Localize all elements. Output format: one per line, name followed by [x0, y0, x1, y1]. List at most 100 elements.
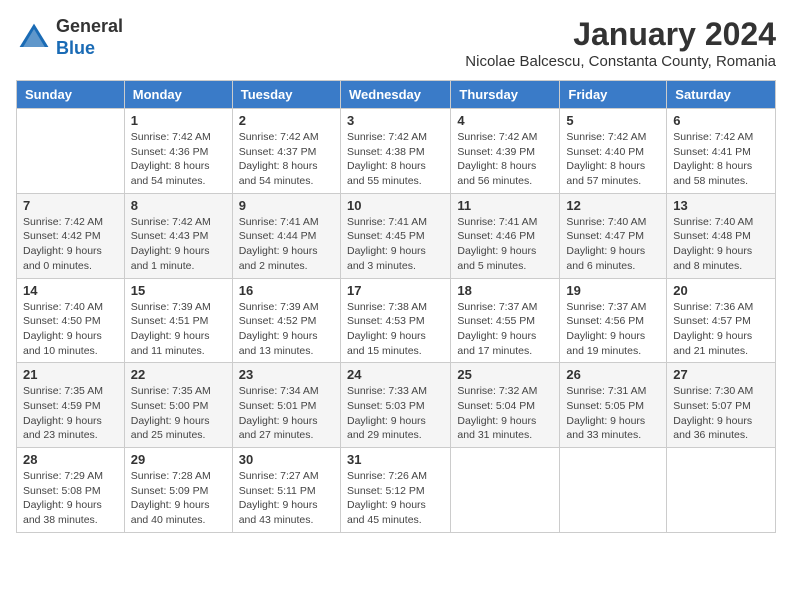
day-info: Sunrise: 7:34 AM Sunset: 5:01 PM Dayligh… — [239, 384, 334, 443]
logo: General Blue — [16, 16, 123, 59]
page-header: General Blue January 2024 Nicolae Balces… — [16, 16, 776, 70]
day-number: 17 — [347, 283, 444, 298]
day-number: 27 — [673, 367, 769, 382]
day-number: 8 — [131, 198, 226, 213]
header-sunday: Sunday — [17, 81, 125, 109]
day-info: Sunrise: 7:27 AM Sunset: 5:11 PM Dayligh… — [239, 469, 334, 528]
day-info: Sunrise: 7:42 AM Sunset: 4:42 PM Dayligh… — [23, 215, 118, 274]
month-title: January 2024 — [465, 16, 776, 53]
day-number: 26 — [566, 367, 660, 382]
day-number: 19 — [566, 283, 660, 298]
day-number: 9 — [239, 198, 334, 213]
calendar-cell: 8Sunrise: 7:42 AM Sunset: 4:43 PM Daylig… — [124, 193, 232, 278]
day-number: 13 — [673, 198, 769, 213]
day-info: Sunrise: 7:35 AM Sunset: 5:00 PM Dayligh… — [131, 384, 226, 443]
day-number: 22 — [131, 367, 226, 382]
header-friday: Friday — [560, 81, 667, 109]
header-wednesday: Wednesday — [340, 81, 450, 109]
day-number: 5 — [566, 113, 660, 128]
day-info: Sunrise: 7:42 AM Sunset: 4:40 PM Dayligh… — [566, 130, 660, 189]
day-number: 14 — [23, 283, 118, 298]
calendar-cell: 3 Sunrise: 7:42 AM Sunset: 4:38 PM Daylig… — [340, 109, 450, 194]
day-number: 24 — [347, 367, 444, 382]
day-info: Sunrise: 7:41 AM Sunset: 4:45 PM Dayligh… — [347, 215, 444, 274]
day-number: 18 — [457, 283, 553, 298]
day-number: 20 — [673, 283, 769, 298]
calendar-cell: 22 Sunrise: 7:35 AM Sunset: 5:00 PM Dayli… — [124, 363, 232, 448]
calendar-cell: 31 Sunrise: 7:26 AM Sunset: 5:12 PM Dayli… — [340, 448, 450, 533]
calendar-cell: 24 Sunrise: 7:33 AM Sunset: 5:03 PM Dayli… — [340, 363, 450, 448]
day-number: 16 — [239, 283, 334, 298]
calendar-cell: 21 Sunrise: 7:35 AM Sunset: 4:59 PM Dayli… — [17, 363, 125, 448]
calendar-cell: 4 Sunrise: 7:42 AM Sunset: 4:39 PM Daylig… — [451, 109, 560, 194]
logo-text: General Blue — [56, 16, 123, 59]
logo-blue: Blue — [56, 38, 123, 60]
day-info: Sunrise: 7:37 AM Sunset: 4:55 PM Dayligh… — [457, 300, 553, 359]
calendar-cell: 25Sunrise: 7:32 AM Sunset: 5:04 PM Dayli… — [451, 363, 560, 448]
calendar-cell: 17 Sunrise: 7:38 AM Sunset: 4:53 PM Dayli… — [340, 278, 450, 363]
day-info: Sunrise: 7:40 AM Sunset: 4:48 PM Dayligh… — [673, 215, 769, 274]
day-number: 6 — [673, 113, 769, 128]
calendar-cell: 16 Sunrise: 7:39 AM Sunset: 4:52 PM Dayli… — [232, 278, 340, 363]
calendar-cell: 1Sunrise: 7:42 AM Sunset: 4:36 PM Daylig… — [124, 109, 232, 194]
day-number: 23 — [239, 367, 334, 382]
calendar-cell: 23 Sunrise: 7:34 AM Sunset: 5:01 PM Dayli… — [232, 363, 340, 448]
day-info: Sunrise: 7:41 AM Sunset: 4:44 PM Dayligh… — [239, 215, 334, 274]
day-info: Sunrise: 7:39 AM Sunset: 4:52 PM Dayligh… — [239, 300, 334, 359]
calendar-cell: 30 Sunrise: 7:27 AM Sunset: 5:11 PM Dayli… — [232, 448, 340, 533]
day-info: Sunrise: 7:26 AM Sunset: 5:12 PM Dayligh… — [347, 469, 444, 528]
calendar-cell: 2Sunrise: 7:42 AM Sunset: 4:37 PM Daylig… — [232, 109, 340, 194]
day-info: Sunrise: 7:39 AM Sunset: 4:51 PM Dayligh… — [131, 300, 226, 359]
header-saturday: Saturday — [667, 81, 776, 109]
day-info: Sunrise: 7:42 AM Sunset: 4:39 PM Dayligh… — [457, 130, 553, 189]
calendar-cell: 5 Sunrise: 7:42 AM Sunset: 4:40 PM Daylig… — [560, 109, 667, 194]
logo-icon — [16, 20, 52, 56]
calendar-cell: 14 Sunrise: 7:40 AM Sunset: 4:50 PM Dayli… — [17, 278, 125, 363]
calendar-week-row: 21 Sunrise: 7:35 AM Sunset: 4:59 PM Dayli… — [17, 363, 776, 448]
calendar-cell: 9 Sunrise: 7:41 AM Sunset: 4:44 PM Daylig… — [232, 193, 340, 278]
day-number: 25 — [457, 367, 553, 382]
calendar-cell — [667, 448, 776, 533]
day-number: 3 — [347, 113, 444, 128]
day-number: 31 — [347, 452, 444, 467]
day-info: Sunrise: 7:40 AM Sunset: 4:50 PM Dayligh… — [23, 300, 118, 359]
day-number: 12 — [566, 198, 660, 213]
calendar-cell: 11Sunrise: 7:41 AM Sunset: 4:46 PM Dayli… — [451, 193, 560, 278]
day-info: Sunrise: 7:38 AM Sunset: 4:53 PM Dayligh… — [347, 300, 444, 359]
calendar-cell: 12Sunrise: 7:40 AM Sunset: 4:47 PM Dayli… — [560, 193, 667, 278]
day-number: 30 — [239, 452, 334, 467]
day-info: Sunrise: 7:33 AM Sunset: 5:03 PM Dayligh… — [347, 384, 444, 443]
calendar-cell: 13 Sunrise: 7:40 AM Sunset: 4:48 PM Dayli… — [667, 193, 776, 278]
day-info: Sunrise: 7:35 AM Sunset: 4:59 PM Dayligh… — [23, 384, 118, 443]
title-block: January 2024 Nicolae Balcescu, Constanta… — [465, 16, 776, 70]
day-info: Sunrise: 7:41 AM Sunset: 4:46 PM Dayligh… — [457, 215, 553, 274]
calendar-cell: 19Sunrise: 7:37 AM Sunset: 4:56 PM Dayli… — [560, 278, 667, 363]
day-info: Sunrise: 7:42 AM Sunset: 4:38 PM Dayligh… — [347, 130, 444, 189]
day-number: 21 — [23, 367, 118, 382]
day-number: 7 — [23, 198, 118, 213]
calendar-cell: 15 Sunrise: 7:39 AM Sunset: 4:51 PM Dayli… — [124, 278, 232, 363]
header-tuesday: Tuesday — [232, 81, 340, 109]
calendar-week-row: 28Sunrise: 7:29 AM Sunset: 5:08 PM Dayli… — [17, 448, 776, 533]
location-title: Nicolae Balcescu, Constanta County, Roma… — [465, 53, 776, 70]
calendar-week-row: 7 Sunrise: 7:42 AM Sunset: 4:42 PM Daylig… — [17, 193, 776, 278]
calendar-cell: 28Sunrise: 7:29 AM Sunset: 5:08 PM Dayli… — [17, 448, 125, 533]
day-info: Sunrise: 7:42 AM Sunset: 4:37 PM Dayligh… — [239, 130, 334, 189]
calendar-week-row: 14 Sunrise: 7:40 AM Sunset: 4:50 PM Dayli… — [17, 278, 776, 363]
day-number: 10 — [347, 198, 444, 213]
calendar-cell — [451, 448, 560, 533]
day-number: 15 — [131, 283, 226, 298]
calendar-cell: 27 Sunrise: 7:30 AM Sunset: 5:07 PM Dayli… — [667, 363, 776, 448]
calendar-cell: 20 Sunrise: 7:36 AM Sunset: 4:57 PM Dayli… — [667, 278, 776, 363]
weekday-header-row: Sunday Monday Tuesday Wednesday Thursday… — [17, 81, 776, 109]
header-monday: Monday — [124, 81, 232, 109]
day-info: Sunrise: 7:28 AM Sunset: 5:09 PM Dayligh… — [131, 469, 226, 528]
calendar-cell — [560, 448, 667, 533]
day-info: Sunrise: 7:36 AM Sunset: 4:57 PM Dayligh… — [673, 300, 769, 359]
day-info: Sunrise: 7:30 AM Sunset: 5:07 PM Dayligh… — [673, 384, 769, 443]
calendar-table: Sunday Monday Tuesday Wednesday Thursday… — [16, 80, 776, 533]
day-number: 4 — [457, 113, 553, 128]
day-number: 29 — [131, 452, 226, 467]
calendar-cell: 26Sunrise: 7:31 AM Sunset: 5:05 PM Dayli… — [560, 363, 667, 448]
calendar-cell — [17, 109, 125, 194]
